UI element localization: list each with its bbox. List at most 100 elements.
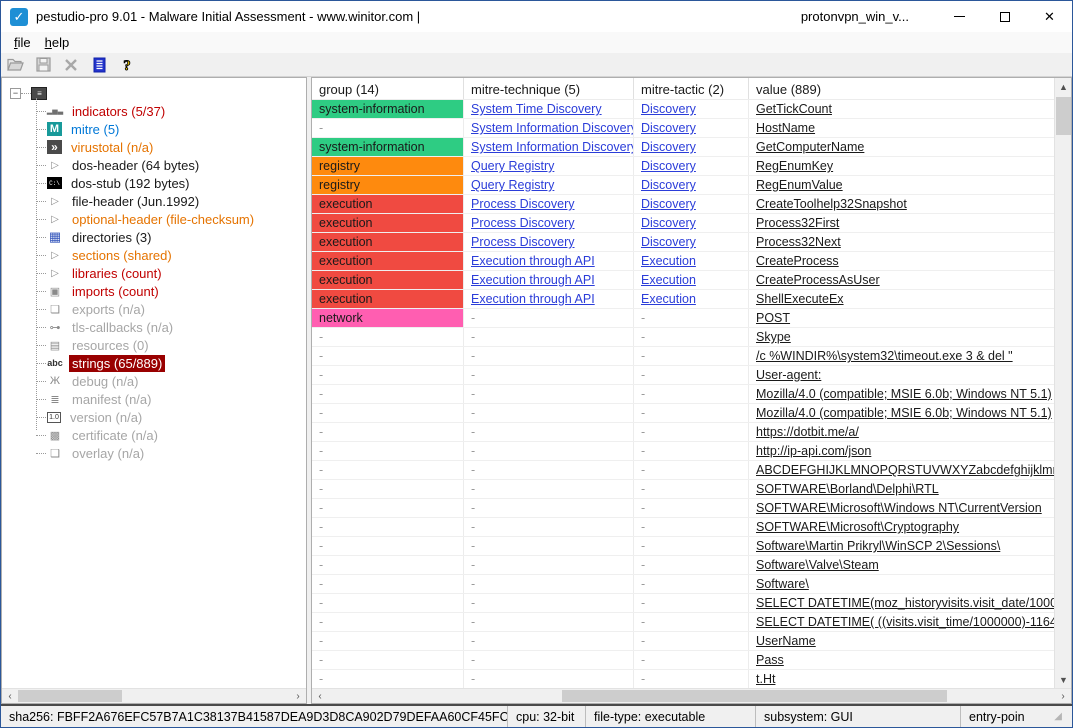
tree-hscroll-thumb[interactable] [18,690,122,702]
cell-mitre-tactic[interactable]: Execution [634,271,749,289]
table-row[interactable]: ---Software\Valve\Steam [312,556,1054,575]
cell-value[interactable]: http://ip-api.com/json [749,442,1054,460]
scroll-down-icon[interactable]: ▼ [1055,671,1072,688]
tree-item-exports[interactable]: ❏exports (n/a) [2,300,306,318]
cell-mitre-tactic[interactable]: Discovery [634,100,749,118]
tree-item-indicators[interactable]: ▂▅▃indicators (5/37) [2,102,306,120]
cell-value[interactable]: Skype [749,328,1054,346]
cell-value[interactable]: Software\Martin Prikryl\WinSCP 2\Session… [749,537,1054,555]
cell-mitre-technique[interactable]: Process Discovery [464,195,634,213]
table-row[interactable]: executionProcess DiscoveryDiscoveryCreat… [312,195,1054,214]
cell-mitre-tactic[interactable]: Execution [634,290,749,308]
cell-mitre-technique[interactable]: Execution through API [464,271,634,289]
collapse-expander-icon[interactable]: − [10,88,21,99]
tree-item-dos-header[interactable]: ▷dos-header (64 bytes) [2,156,306,174]
table-row[interactable]: ---ABCDEFGHIJKLMNOPQRSTUVWXYZabcdefghijk… [312,461,1054,480]
cell-mitre-tactic[interactable]: Discovery [634,195,749,213]
tree-item-version[interactable]: 1.0version (n/a) [2,408,306,426]
table-vscroll-thumb[interactable] [1056,97,1071,135]
tree-item-strings[interactable]: abcstrings (65/889) [2,354,306,372]
column-header-mitre-tactic[interactable]: mitre-tactic (2) [634,78,749,99]
minimize-button[interactable] [937,1,982,32]
cell-mitre-tactic[interactable]: Discovery [634,138,749,156]
cell-value[interactable]: Process32Next [749,233,1054,251]
table-row[interactable]: ---Pass [312,651,1054,670]
table-row[interactable]: ---http://ip-api.com/json [312,442,1054,461]
scroll-right-icon[interactable]: › [290,689,306,703]
table-row[interactable]: system-informationSystem Information Dis… [312,138,1054,157]
table-row[interactable]: ---/c %WINDIR%\system32\timeout.exe 3 & … [312,347,1054,366]
maximize-button[interactable] [982,1,1027,32]
table-row[interactable]: ---https://dotbit.me/a/ [312,423,1054,442]
cell-value[interactable]: Pass [749,651,1054,669]
column-header-group[interactable]: group (14) [312,78,464,99]
table-hscroll-thumb[interactable] [562,690,947,702]
table-row[interactable]: ---User-agent: [312,366,1054,385]
cell-value[interactable]: SELECT DATETIME( ((visits.visit_time/100… [749,613,1054,631]
table-row[interactable]: ---SELECT DATETIME(moz_historyvisits.vis… [312,594,1054,613]
menu-file[interactable]: file [7,33,38,52]
column-header-mitre-technique[interactable]: mitre-technique (5) [464,78,634,99]
tree-item-imports[interactable]: ▣imports (count) [2,282,306,300]
cell-value[interactable]: SOFTWARE\Microsoft\Cryptography [749,518,1054,536]
help-button[interactable]: ? [117,55,137,75]
cell-value[interactable]: POST [749,309,1054,327]
tree-item-sections[interactable]: ▷sections (shared) [2,246,306,264]
tree-root-node[interactable]: − ≡ [2,84,306,102]
table-horizontal-scrollbar[interactable]: ‹ › [312,688,1071,703]
cell-mitre-tactic[interactable]: Discovery [634,214,749,232]
tree-item-directories[interactable]: ▦directories (3) [2,228,306,246]
table-row[interactable]: registryQuery RegistryDiscoveryRegEnumKe… [312,157,1054,176]
cell-mitre-technique[interactable]: System Information Discovery [464,119,634,137]
close-button[interactable]: ✕ [1027,1,1072,32]
tree-item-tls-callbacks[interactable]: ⊶tls-callbacks (n/a) [2,318,306,336]
cell-mitre-technique[interactable]: Query Registry [464,176,634,194]
cell-value[interactable]: https://dotbit.me/a/ [749,423,1054,441]
report-button[interactable] [89,55,109,75]
cell-value[interactable]: ABCDEFGHIJKLMNOPQRSTUVWXYZabcdefghijklmn… [749,461,1054,479]
table-row[interactable]: -System Information DiscoveryDiscoveryHo… [312,119,1054,138]
cell-value[interactable]: SOFTWARE\Microsoft\Windows NT\CurrentVer… [749,499,1054,517]
table-row[interactable]: executionExecution through APIExecutionS… [312,290,1054,309]
menu-help[interactable]: help [38,33,77,52]
cell-mitre-tactic[interactable]: Discovery [634,176,749,194]
cell-value[interactable]: SELECT DATETIME(moz_historyvisits.visit_… [749,594,1054,612]
cell-value[interactable]: HostName [749,119,1054,137]
table-row[interactable]: ---Skype [312,328,1054,347]
table-row[interactable]: ---SOFTWARE\Borland\Delphi\RTL [312,480,1054,499]
tree-item-libraries[interactable]: ▷libraries (count) [2,264,306,282]
tree-item-resources[interactable]: ▤resources (0) [2,336,306,354]
table-row[interactable]: executionProcess DiscoveryDiscoveryProce… [312,214,1054,233]
cell-value[interactable]: ShellExecuteEx [749,290,1054,308]
table-row[interactable]: executionProcess DiscoveryDiscoveryProce… [312,233,1054,252]
table-row[interactable]: ---Software\Martin Prikryl\WinSCP 2\Sess… [312,537,1054,556]
cell-value[interactable]: CreateToolhelp32Snapshot [749,195,1054,213]
tree-item-file-header[interactable]: ▷file-header (Jun.1992) [2,192,306,210]
tree-item-manifest[interactable]: ≣manifest (n/a) [2,390,306,408]
save-button[interactable] [33,55,53,75]
tree-item-dos-stub[interactable]: C:\dos-stub (192 bytes) [2,174,306,192]
scroll-right-icon[interactable]: › [1055,689,1071,703]
cell-mitre-technique[interactable]: Process Discovery [464,214,634,232]
cell-mitre-tactic[interactable]: Execution [634,252,749,270]
cell-value[interactable]: GetComputerName [749,138,1054,156]
cell-value[interactable]: t.Ht [749,670,1054,688]
cell-mitre-tactic[interactable]: Discovery [634,157,749,175]
cell-value[interactable]: Software\Valve\Steam [749,556,1054,574]
scroll-left-icon[interactable]: ‹ [2,689,18,703]
cell-mitre-technique[interactable]: Execution through API [464,252,634,270]
cell-mitre-technique[interactable]: Execution through API [464,290,634,308]
tree-item-certificate[interactable]: ▩certificate (n/a) [2,426,306,444]
table-row[interactable]: ---Mozilla/4.0 (compatible; MSIE 6.0b; W… [312,385,1054,404]
table-row[interactable]: ---Mozilla/4.0 (compatible; MSIE 6.0b; W… [312,404,1054,423]
cell-mitre-technique[interactable]: System Time Discovery [464,100,634,118]
tree-item-mitre[interactable]: Mmitre (5) [2,120,306,138]
tree-item-optional-header[interactable]: ▷optional-header (file-checksum) [2,210,306,228]
cell-value[interactable]: GetTickCount [749,100,1054,118]
cell-value[interactable]: Mozilla/4.0 (compatible; MSIE 6.0b; Wind… [749,404,1054,422]
cell-value[interactable]: /c %WINDIR%\system32\timeout.exe 3 & del… [749,347,1054,365]
scroll-left-icon[interactable]: ‹ [312,689,328,703]
cell-mitre-tactic[interactable]: Discovery [634,233,749,251]
cell-mitre-tactic[interactable]: Discovery [634,119,749,137]
tree-item-virustotal[interactable]: »virustotal (n/a) [2,138,306,156]
